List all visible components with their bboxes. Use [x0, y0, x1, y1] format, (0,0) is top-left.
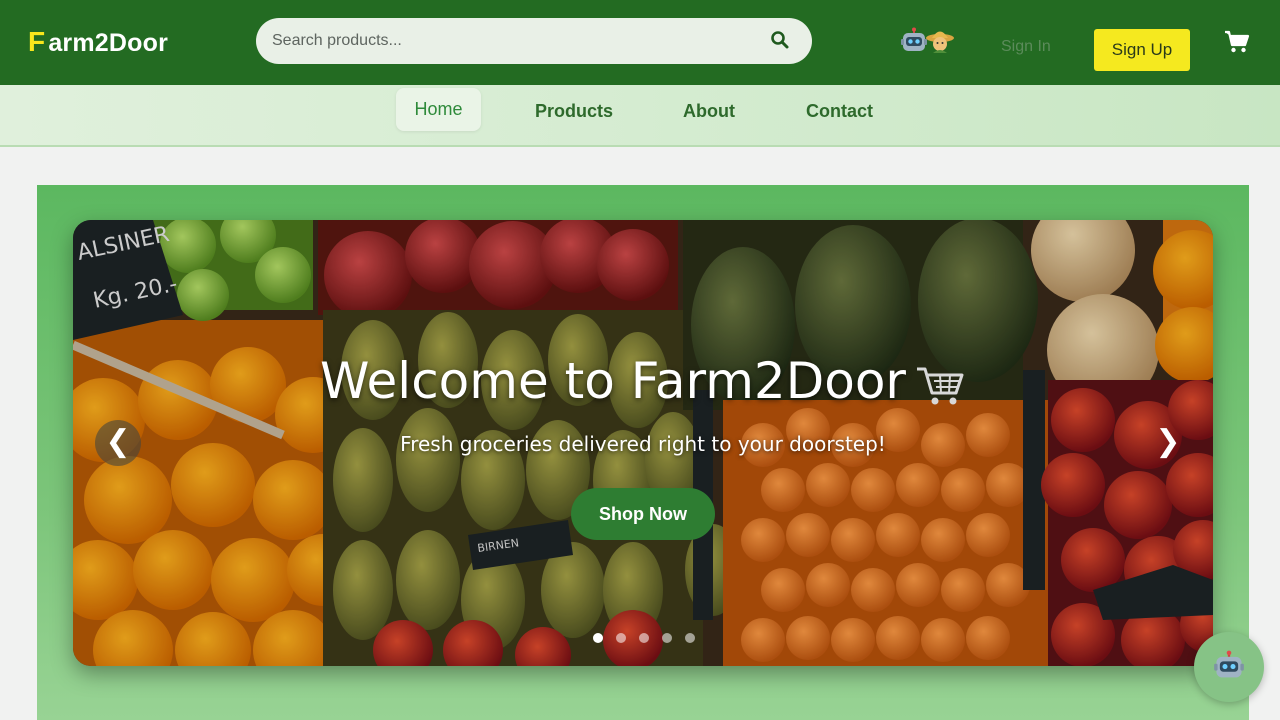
cart-icon[interactable] — [1224, 30, 1250, 54]
hero-carousel: ALSINER Kg. 20.- BIRNEN — [73, 220, 1213, 666]
site-header: Farm2Door Sign In Sign Up — [0, 0, 1280, 85]
nav-home[interactable]: Home — [396, 88, 481, 131]
hero-subtitle: Fresh groceries delivered right to your … — [400, 432, 886, 456]
carousel-dot-3[interactable] — [639, 633, 649, 643]
sign-in-link[interactable]: Sign In — [1001, 38, 1051, 56]
carousel-dot-4[interactable] — [662, 633, 672, 643]
search-input[interactable] — [272, 18, 752, 64]
nav-contact[interactable]: Contact — [806, 101, 873, 122]
main-nav: Home Products About Contact — [0, 85, 1280, 147]
carousel-prev-button[interactable]: ❮ — [95, 420, 141, 466]
nav-products[interactable]: Products — [535, 101, 613, 122]
chatbot-button[interactable] — [1194, 632, 1264, 702]
shop-now-button[interactable]: Shop Now — [571, 488, 715, 540]
sign-up-button[interactable]: Sign Up — [1094, 29, 1190, 71]
site-logo[interactable]: Farm2Door — [28, 26, 168, 58]
robot-icon[interactable] — [900, 27, 928, 55]
search-icon[interactable] — [770, 30, 790, 50]
logo-text: arm2Door — [48, 29, 169, 57]
logo-accent-letter: F — [28, 26, 46, 57]
nav-about[interactable]: About — [683, 101, 735, 122]
search-bar — [256, 18, 812, 64]
shopping-cart-icon — [916, 367, 964, 404]
farmer-icon[interactable] — [925, 27, 955, 55]
hero-title: Welcome to Farm2Door — [73, 352, 1213, 410]
robot-icon — [1214, 650, 1244, 678]
carousel-dot-1[interactable] — [593, 633, 603, 643]
carousel-next-button[interactable]: ❯ — [1145, 420, 1191, 466]
hero-title-text: Welcome to Farm2Door — [320, 352, 906, 410]
carousel-dot-5[interactable] — [685, 633, 695, 643]
carousel-dot-2[interactable] — [616, 633, 626, 643]
